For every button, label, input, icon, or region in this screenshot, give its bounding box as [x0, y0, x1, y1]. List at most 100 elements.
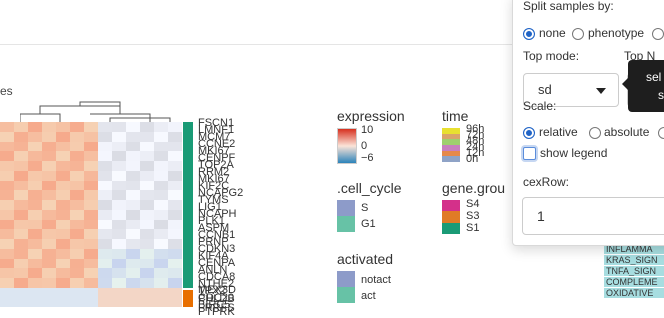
split-none-label[interactable]: none	[539, 26, 566, 40]
pathway-item: COMPLEME	[604, 277, 664, 287]
heatmap-cell	[56, 219, 70, 230]
heatmap-cell	[98, 190, 112, 201]
heatmap-cell	[14, 248, 28, 259]
heatmap-cell	[28, 190, 42, 201]
split-extra-radio[interactable]	[652, 28, 664, 40]
pathway-list: INFLAMMA KRAS_SIGN TNFA_SIGN COMPLEME OXIDAT…	[604, 244, 664, 299]
heatmap-cell	[126, 122, 140, 132]
heatmap-cell	[140, 258, 154, 269]
split-phenotype-radio[interactable]	[572, 28, 584, 40]
gene-label: FRRFS	[198, 302, 235, 314]
heatmap-cell	[140, 239, 154, 249]
heatmap-cell	[14, 229, 28, 240]
heatmap-cell	[70, 190, 84, 201]
heatmap-cell	[28, 278, 42, 288]
heatmap-cell	[126, 151, 140, 162]
scale-absolute-radio[interactable]	[589, 127, 601, 139]
heatmap-cell	[70, 278, 84, 288]
heatmap-cell	[98, 151, 112, 162]
heatmap-cell	[56, 141, 70, 152]
heatmap-cell	[112, 122, 126, 132]
heatmap-cell	[168, 200, 182, 210]
time-swatch	[442, 156, 460, 162]
heatmap-cell	[0, 200, 14, 210]
heatmap-cell	[84, 161, 98, 171]
heatmap-cell	[0, 239, 14, 249]
heatmap-cell	[98, 229, 112, 240]
activated-swatch-act	[337, 287, 355, 303]
pathway-item: KRAS_SIGN	[604, 255, 664, 265]
heatmap-cell	[84, 288, 98, 298]
heatmap-cell	[140, 180, 154, 191]
heatmap-cell	[112, 229, 126, 240]
heatmap-cell	[56, 161, 70, 171]
gene-group-swatches	[442, 200, 460, 234]
heatmap-cell	[84, 248, 98, 259]
heatmap-cell	[0, 180, 14, 191]
heatmap-cell	[14, 131, 28, 142]
heatmap-cell	[140, 151, 154, 162]
show-legend-label[interactable]: show legend	[540, 146, 607, 160]
heatmap-cell	[56, 229, 70, 240]
heatmap-cell	[98, 288, 112, 298]
heatmap-cell	[126, 297, 140, 307]
heatmap-cell	[70, 239, 84, 249]
heatmap-cell	[28, 297, 42, 307]
split-phenotype-label[interactable]: phenotype	[588, 26, 644, 40]
heatmap-cell	[98, 239, 112, 249]
split-none-radio[interactable]	[523, 28, 535, 40]
legend-activated-title: activated	[337, 251, 394, 267]
expression-label-mid: 0	[361, 140, 368, 152]
heatmap-cell	[70, 288, 84, 298]
heatmap-cell	[14, 239, 28, 249]
heatmap-cell	[168, 288, 182, 298]
heatmap-cell	[14, 258, 28, 269]
scale-label: Scale:	[523, 99, 557, 113]
heatmap-cell	[112, 219, 126, 230]
scale-relative-label[interactable]: relative	[539, 125, 578, 139]
heatmap-cell	[126, 229, 140, 240]
cexrow-input[interactable]: 1	[522, 197, 664, 235]
heatmap-cell	[14, 268, 28, 279]
heatmap-cell	[84, 239, 98, 249]
heatmap-cell	[154, 258, 168, 269]
chevron-down-icon	[596, 88, 606, 94]
heatmap-cell	[126, 288, 140, 298]
heatmap-cell	[84, 229, 98, 240]
heatmap-cell	[28, 180, 42, 191]
heatmap-cell	[56, 200, 70, 210]
gene-group-bar-s3	[183, 290, 193, 307]
scale-relative-radio[interactable]	[523, 127, 535, 139]
heatmap-cell	[0, 161, 14, 171]
heatmap-cell	[168, 219, 182, 230]
heatmap-cell	[56, 190, 70, 201]
top-mode-value: sd	[538, 82, 552, 97]
scale-absolute-label[interactable]: absolute	[604, 125, 649, 139]
gene-group-label: S3	[466, 210, 480, 222]
heatmap-cell	[140, 268, 154, 279]
heatmap-cell	[70, 258, 84, 269]
gene-group-swatch	[442, 200, 460, 212]
heatmap-cell	[154, 209, 168, 220]
heatmap-cell	[154, 122, 168, 132]
heatmap-cell	[56, 278, 70, 288]
heatmap-cell	[154, 229, 168, 240]
heatmap-cell	[112, 131, 126, 142]
heatmap-cell	[112, 151, 126, 162]
heatmap-cell	[56, 151, 70, 162]
expression-label-low: −6	[361, 152, 374, 164]
heatmap-cell	[112, 248, 126, 259]
heatmap-cell	[98, 161, 112, 171]
heatmap-cell	[0, 248, 14, 259]
heatmap-cell	[154, 180, 168, 191]
show-legend-checkbox[interactable]	[523, 147, 536, 160]
heatmap-cell	[98, 258, 112, 269]
heatmap-cell	[98, 209, 112, 220]
heatmap-cell	[140, 278, 154, 288]
heatmap-cell	[0, 170, 14, 181]
heatmap-cell	[14, 141, 28, 152]
scale-extra-radio[interactable]	[658, 127, 664, 139]
heatmap-cell	[154, 190, 168, 201]
heatmap-cell	[14, 122, 28, 132]
heatmap-cell	[140, 229, 154, 240]
